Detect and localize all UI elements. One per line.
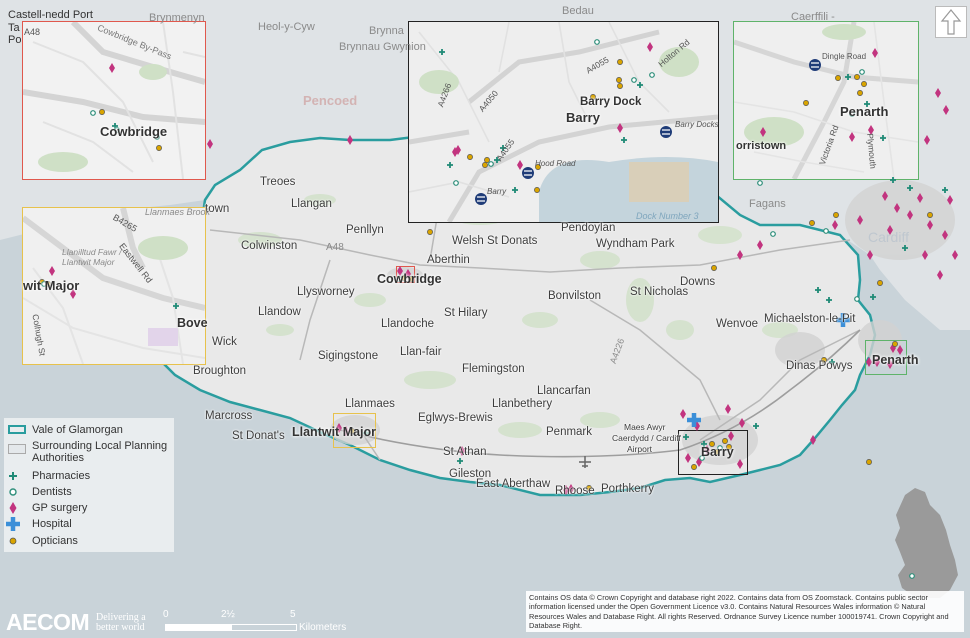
scale-bar: 0 2½ 5 Kilometers	[163, 609, 485, 637]
uk-inset-map	[895, 488, 958, 598]
attribution-text: Contains OS data © Crown Copyright and d…	[526, 591, 964, 632]
dentist-icon	[9, 488, 17, 496]
scale-tick-5: 5	[290, 609, 296, 620]
locator-llantwit[interactable]	[333, 413, 376, 448]
inset-barry[interactable]	[408, 21, 719, 223]
tagline-line-2: better world	[96, 622, 145, 633]
gp-surgery-icon	[9, 502, 17, 514]
hospital-icon	[6, 517, 20, 531]
map-legend: Vale of Glamorgan Surrounding Local Plan…	[4, 418, 174, 552]
scale-tick-mid: 2½	[221, 609, 235, 620]
scale-segment-2	[231, 624, 297, 631]
inset-cowbridge[interactable]	[22, 21, 206, 180]
scale-unit: Kilometers	[299, 622, 347, 633]
inset-llantwit[interactable]	[22, 207, 206, 365]
tagline: Delivering a better world	[96, 613, 146, 633]
boundary-swatch-icon	[8, 425, 26, 434]
locator-barry[interactable]	[678, 430, 748, 475]
area-swatch-icon	[8, 444, 26, 454]
north-arrow	[935, 6, 967, 38]
scale-segment-1	[165, 624, 232, 631]
locator-cowbridge[interactable]	[396, 266, 415, 283]
inset-llantwit-streets	[23, 208, 205, 364]
inset-penarth-streets	[734, 22, 918, 179]
inset-barry-streets	[409, 22, 718, 222]
optician-icon	[9, 537, 17, 545]
pharmacy-icon	[9, 472, 17, 480]
inset-cowbridge-streets	[23, 22, 205, 179]
locator-penarth[interactable]	[865, 340, 907, 375]
north-arrow-icon	[940, 9, 962, 35]
map-stage: Llangan Penllyn Colwinston A48 Aberthin …	[0, 0, 970, 638]
aecom-logo: AECOM	[6, 609, 90, 635]
inset-penarth[interactable]	[733, 21, 919, 180]
scale-tick-0: 0	[163, 609, 169, 620]
